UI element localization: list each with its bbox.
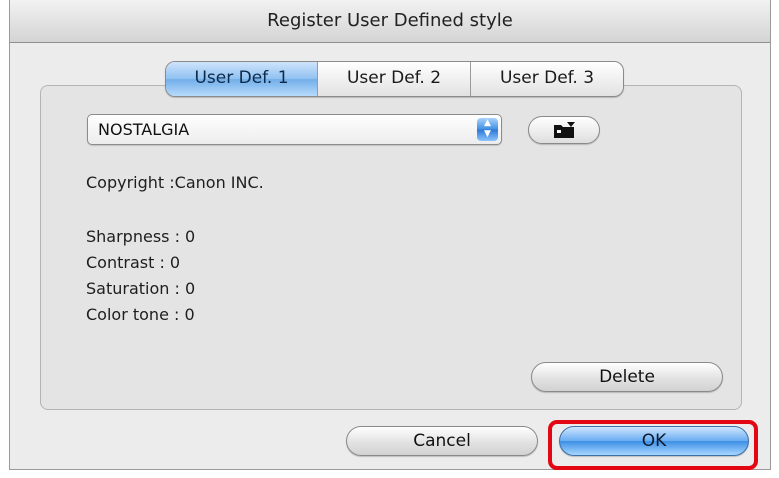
style-select[interactable]: NOSTALGIA ▲ ▼ [87,114,502,145]
dialog-window: Register User Defined style User Def. 1 … [9,0,771,470]
ok-highlight-frame [548,420,758,470]
color-tone-value: Color tone : 0 [86,305,195,324]
contrast-value: Contrast : 0 [86,253,181,272]
saturation-value: Saturation : 0 [86,279,196,298]
copyright-text: Copyright :Canon INC. [86,173,264,192]
window-title: Register User Defined style [267,10,513,31]
tab-bar: User Def. 1 User Def. 2 User Def. 3 [165,61,624,97]
sharpness-value: Sharpness : 0 [86,227,196,246]
open-file-button[interactable] [528,116,600,144]
folder-open-icon [554,122,575,138]
tab-user-def-1[interactable]: User Def. 1 [166,62,317,96]
delete-button[interactable]: Delete [531,362,723,392]
style-select-value: NOSTALGIA [98,120,190,139]
tab-user-def-3[interactable]: User Def. 3 [470,62,623,96]
up-down-arrows-icon: ▲ ▼ [477,118,498,141]
title-bar[interactable]: Register User Defined style [10,0,770,43]
cancel-button[interactable]: Cancel [346,426,538,456]
tab-user-def-2[interactable]: User Def. 2 [317,62,470,96]
